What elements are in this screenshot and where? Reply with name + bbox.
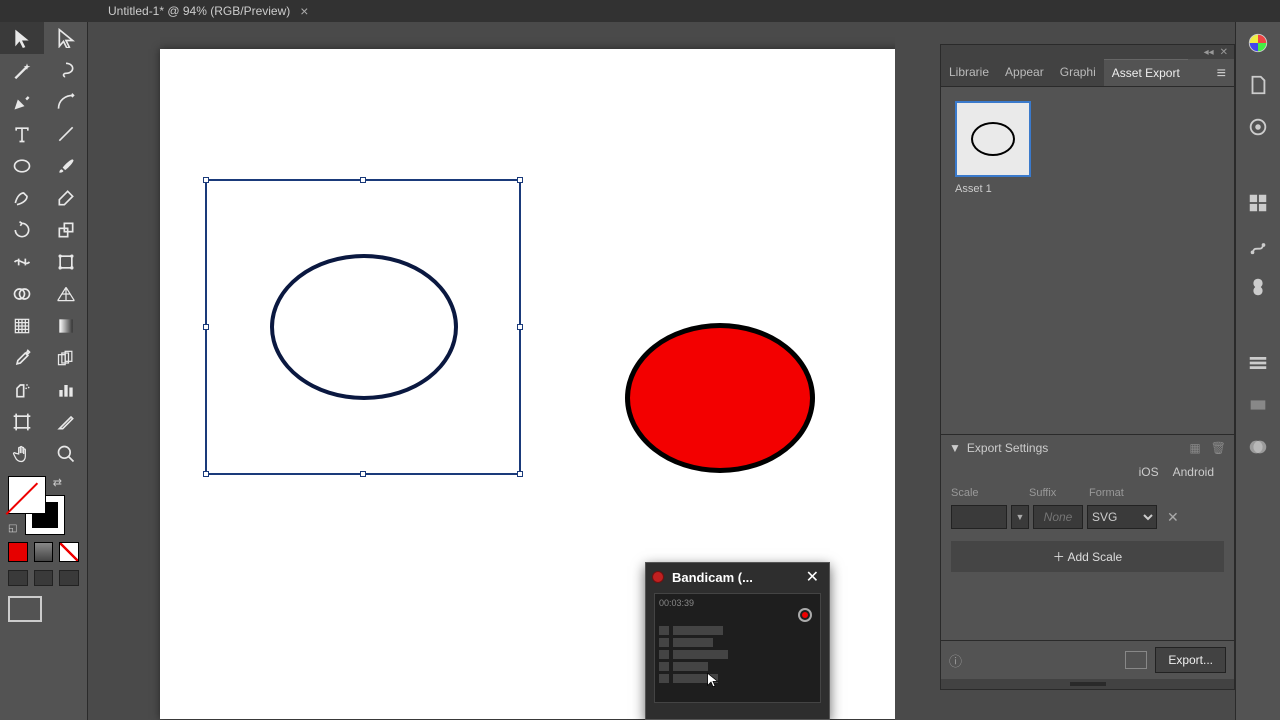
swap-fill-stroke-icon[interactable]: ⇄ — [53, 476, 62, 489]
plus-icon: ＋ — [1053, 550, 1065, 564]
symbols-icon[interactable] — [1245, 274, 1271, 300]
paintbrush-tool[interactable] — [44, 150, 88, 182]
asset-export-panel: ◂◂ ✕ Librarie Appear Graphi Asset Export… — [940, 44, 1235, 690]
width-tool[interactable] — [0, 246, 44, 278]
blend-tool[interactable] — [44, 342, 88, 374]
panel-tabs: Librarie Appear Graphi Asset Export ≡ — [941, 59, 1234, 87]
scale-tool[interactable] — [44, 214, 88, 246]
gradient-tool[interactable] — [44, 310, 88, 342]
tab-appearance[interactable]: Appear — [997, 59, 1052, 86]
col-scale: Scale — [951, 487, 1029, 499]
export-settings-title: Export Settings — [967, 441, 1048, 455]
stroke-icon[interactable] — [1245, 350, 1271, 376]
gradient-swatch[interactable] — [34, 542, 54, 562]
ellipse-red-shape[interactable] — [625, 323, 815, 473]
scale-dropdown[interactable]: ▼ — [1011, 505, 1029, 529]
transparency-icon[interactable] — [1245, 434, 1271, 460]
add-scale-button[interactable]: ＋ Add Scale — [951, 541, 1224, 572]
hand-tool[interactable] — [0, 438, 44, 470]
screen-mode[interactable] — [8, 596, 42, 622]
none-swatch[interactable] — [59, 542, 79, 562]
fill-stroke-control[interactable]: ⇄ ◱ — [0, 470, 87, 538]
col-suffix: Suffix — [1029, 487, 1089, 499]
selection-tool[interactable] — [0, 22, 44, 54]
shaper-tool[interactable] — [0, 182, 44, 214]
remove-row-icon[interactable]: ✕ — [1161, 509, 1185, 526]
draw-behind[interactable] — [34, 570, 54, 586]
color-mode-row — [0, 538, 87, 566]
fill-color[interactable] — [8, 476, 46, 514]
eraser-tool[interactable] — [44, 182, 88, 214]
list-view-icon[interactable] — [1125, 651, 1147, 669]
slice-tool[interactable] — [44, 406, 88, 438]
shape-builder-tool[interactable] — [0, 278, 44, 310]
curvature-tool[interactable] — [44, 86, 88, 118]
export-scale-row: ▼ SVG ✕ — [941, 501, 1234, 533]
col-format: Format — [1089, 487, 1169, 499]
document-tab[interactable]: Untitled-1* @ 94% (RGB/Preview) × — [100, 0, 316, 22]
eyedropper-tool[interactable] — [0, 342, 44, 374]
panel-menu-icon[interactable]: ≡ — [1209, 59, 1234, 86]
ellipse-outline-shape[interactable] — [270, 254, 458, 400]
popup-thumbnail[interactable]: 00:03:39 — [654, 593, 821, 703]
collapse-panel-icon[interactable]: ◂◂ — [1204, 47, 1214, 58]
document-icon[interactable] — [1245, 72, 1271, 98]
color-swatch[interactable] — [8, 542, 28, 562]
document-tab-title: Untitled-1* @ 94% (RGB/Preview) — [108, 4, 290, 18]
artboard-tool[interactable] — [0, 406, 44, 438]
export-button[interactable]: Export... — [1155, 647, 1226, 673]
draw-mode-row — [0, 566, 87, 590]
grid-icon[interactable]: ▦ — [1189, 441, 1200, 455]
record-indicator-icon — [652, 571, 664, 583]
right-icon-strip — [1235, 22, 1280, 720]
popup-title: Bandicam (... — [672, 570, 794, 585]
symbol-sprayer-tool[interactable] — [0, 374, 44, 406]
perspective-grid-tool[interactable] — [44, 278, 88, 310]
color-wheel-icon[interactable] — [1245, 30, 1271, 56]
lasso-tool[interactable] — [44, 54, 88, 86]
record-button-icon — [798, 608, 812, 622]
asset-name-label[interactable]: Asset 1 — [955, 183, 1220, 195]
magic-wand-tool[interactable] — [0, 54, 44, 86]
disclosure-icon[interactable]: ▼ — [949, 441, 961, 455]
close-panel-icon[interactable]: ✕ — [1220, 47, 1228, 58]
tab-libraries[interactable]: Librarie — [941, 59, 997, 86]
direct-selection-tool[interactable] — [44, 22, 88, 54]
pen-tool[interactable] — [0, 86, 44, 118]
bandicam-preview-popup[interactable]: Bandicam (... ✕ 00:03:39 — [645, 562, 830, 720]
platform-ios[interactable]: iOS — [1139, 465, 1159, 479]
draw-inside[interactable] — [59, 570, 79, 586]
brushes-icon[interactable] — [1245, 232, 1271, 258]
line-tool[interactable] — [44, 118, 88, 150]
asset-thumbnail[interactable] — [955, 101, 1031, 177]
document-tab-bar: Untitled-1* @ 94% (RGB/Preview) × — [0, 0, 1280, 22]
trash-icon[interactable]: 🗑 — [1211, 441, 1226, 455]
format-select[interactable]: SVG — [1087, 505, 1157, 529]
column-graph-tool[interactable] — [44, 374, 88, 406]
free-transform-tool[interactable] — [44, 246, 88, 278]
panel-resize-handle[interactable] — [941, 679, 1234, 689]
swatches-icon[interactable] — [1245, 190, 1271, 216]
mesh-tool[interactable] — [0, 310, 44, 342]
asset-list[interactable]: Asset 1 — [941, 87, 1234, 209]
draw-normal[interactable] — [8, 570, 28, 586]
platform-android[interactable]: Android — [1173, 465, 1214, 479]
timer-label: 00:03:39 — [659, 598, 816, 608]
suffix-input[interactable] — [1033, 505, 1083, 529]
tools-panel: ⇄ ◱ — [0, 22, 88, 720]
rotate-tool[interactable] — [0, 214, 44, 246]
tab-graphic-styles[interactable]: Graphi — [1052, 59, 1104, 86]
export-settings-section: ▼ Export Settings ▦ 🗑 iOS Android Scale … — [941, 434, 1234, 689]
tab-asset-export[interactable]: Asset Export — [1104, 59, 1188, 86]
info-icon[interactable]: ⓘ — [949, 651, 962, 670]
close-icon[interactable]: × — [300, 3, 308, 19]
ellipse-tool[interactable] — [0, 150, 44, 182]
type-tool[interactable] — [0, 118, 44, 150]
gradient-panel-icon[interactable] — [1245, 392, 1271, 418]
scale-input[interactable] — [951, 505, 1007, 529]
close-icon[interactable]: ✕ — [802, 567, 823, 587]
default-fill-stroke-icon[interactable]: ◱ — [8, 523, 17, 534]
zoom-tool[interactable] — [44, 438, 88, 470]
target-icon[interactable] — [1245, 114, 1271, 140]
